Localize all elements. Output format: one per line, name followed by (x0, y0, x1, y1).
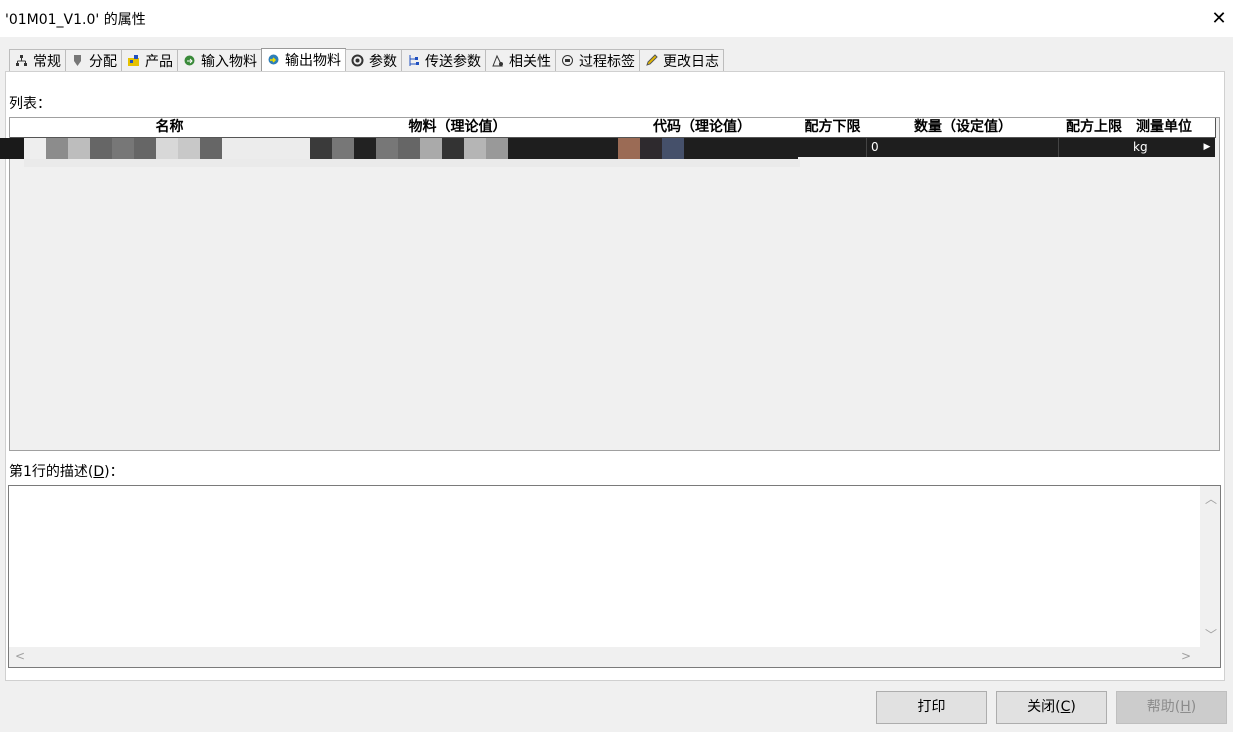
recipe-high-cell[interactable] (1059, 138, 1130, 157)
transfer-icon (406, 54, 420, 68)
window-title: '01M01_V1.0' 的属性 (5, 12, 146, 28)
redacted-block (310, 138, 332, 159)
tab-label: 参数 (369, 53, 397, 70)
redacted-block (354, 138, 376, 159)
redacted-block (156, 138, 178, 159)
redacted-block (508, 138, 618, 159)
table-row[interactable]: 0 kg ▶ (0, 138, 1216, 159)
title-bar: '01M01_V1.0' 的属性 ✕ (0, 0, 1233, 37)
tab-product[interactable]: 产品 (121, 49, 178, 71)
redacted-block (486, 138, 508, 159)
tab-dependency[interactable]: 相关性 (485, 49, 556, 71)
column-header-code[interactable]: 代码（理论值） (606, 118, 799, 138)
row-selector[interactable] (0, 138, 24, 159)
tab-label: 过程标签 (579, 53, 635, 70)
redacted-block (222, 138, 310, 159)
print-button-label: 打印 (917, 699, 946, 715)
dependency-icon (490, 54, 504, 68)
redacted-block (68, 138, 90, 159)
tab-label: 输入物料 (201, 53, 257, 70)
redacted-block (662, 138, 684, 159)
sitemap-icon (14, 54, 28, 68)
tab-general[interactable]: 常规 (9, 49, 66, 71)
material-grid[interactable]: 名称 物料（理论值） 代码（理论值） 配方下限 数量（设定值） 配方上限 测量单… (9, 117, 1220, 451)
help-button-suffix: ) (1190, 699, 1197, 715)
scroll-left-icon[interactable]: < (15, 649, 25, 663)
column-header-recipe-low[interactable]: 配方下限 (798, 118, 868, 138)
tab-parameters[interactable]: 参数 (345, 49, 402, 71)
tag-icon (560, 54, 574, 68)
column-header-name[interactable]: 名称 (30, 118, 310, 138)
pencil-icon (644, 53, 658, 68)
quantity-cell[interactable]: 0 (867, 138, 1059, 157)
redacted-block (24, 138, 46, 159)
close-button[interactable]: 关闭(C) (996, 691, 1107, 724)
tab-process-tags[interactable]: 过程标签 (555, 49, 640, 71)
tab-input-material[interactable]: 输入物料 (177, 49, 262, 71)
close-window-button[interactable]: ✕ (1205, 0, 1233, 37)
help-button[interactable]: 帮助(H) (1116, 691, 1227, 724)
redacted-block (420, 138, 442, 159)
tab-label: 常规 (33, 53, 61, 70)
description-label-suffix: )： (104, 464, 124, 480)
input-material-icon (182, 54, 196, 68)
tab-label: 输出物料 (285, 53, 341, 69)
vertical-scrollbar[interactable]: ︿ ﹀ (1200, 486, 1220, 646)
redacted-block (178, 138, 200, 159)
redacted-block (618, 138, 640, 159)
redacted-block (134, 138, 156, 159)
scroll-right-icon[interactable]: > (1181, 649, 1191, 663)
column-header-material[interactable]: 物料（理论值） (309, 118, 607, 138)
redacted-block (112, 138, 134, 159)
redacted-block (684, 138, 798, 159)
unit-cell[interactable]: kg (1129, 138, 1199, 157)
tab-assignment[interactable]: 分配 (65, 49, 122, 71)
tab-transfer-parameters[interactable]: 传送参数 (401, 49, 486, 71)
help-button-prefix: 帮助( (1146, 699, 1181, 715)
shield-icon (70, 54, 84, 68)
description-label-key: D (93, 464, 105, 480)
column-header-filler (1199, 118, 1216, 138)
parameter-icon (350, 54, 364, 68)
tab-label: 传送参数 (425, 53, 481, 70)
row-dropdown-arrow[interactable]: ▶ (1199, 138, 1215, 157)
redacted-block (398, 138, 420, 159)
tab-label: 相关性 (509, 53, 551, 70)
recipe-low-cell[interactable] (798, 138, 867, 157)
redacted-block (640, 138, 662, 159)
scroll-up-icon[interactable]: ︿ (1205, 490, 1217, 507)
redacted-block (376, 138, 398, 159)
column-header-quantity[interactable]: 数量（设定值） (867, 118, 1060, 138)
product-icon (126, 54, 140, 68)
redacted-block (464, 138, 486, 159)
tab-label: 分配 (89, 53, 117, 70)
redacted-block (442, 138, 464, 159)
redacted-strip (24, 159, 800, 167)
list-label: 列表： (9, 96, 51, 112)
tab-label: 更改日志 (663, 53, 719, 70)
tab-output-material[interactable]: 输出物料 (261, 48, 346, 71)
output-material-icon (266, 53, 280, 67)
scroll-down-icon[interactable]: ﹀ (1205, 626, 1217, 643)
redacted-block (332, 138, 354, 159)
description-textarea[interactable]: ︿ ﹀ < > (8, 485, 1221, 668)
scrollbar-corner (1200, 646, 1220, 667)
column-header-unit[interactable]: 测量单位 (1129, 118, 1200, 138)
help-button-key: H (1180, 699, 1191, 715)
tab-label: 产品 (145, 53, 173, 70)
close-button-prefix: 关闭( (1027, 699, 1061, 715)
redacted-block (46, 138, 68, 159)
description-label-prefix: 第1行的描述( (9, 464, 94, 480)
redacted-block (200, 138, 222, 159)
description-label: 第1行的描述(D)： (9, 461, 124, 481)
close-button-suffix: ) (1070, 699, 1076, 715)
redacted-block (90, 138, 112, 159)
print-button[interactable]: 打印 (876, 691, 987, 724)
row-header-corner (10, 118, 31, 138)
tab-change-log[interactable]: 更改日志 (639, 49, 724, 71)
column-header-recipe-high[interactable]: 配方上限 (1059, 118, 1130, 138)
horizontal-scrollbar[interactable]: < > (9, 647, 1200, 667)
close-button-key: C (1060, 699, 1071, 715)
tab-strip: 常规 分配 产品 输入物料 输出物料 参数 传送参数 相关性 过程标签 更改日志 (9, 48, 724, 71)
